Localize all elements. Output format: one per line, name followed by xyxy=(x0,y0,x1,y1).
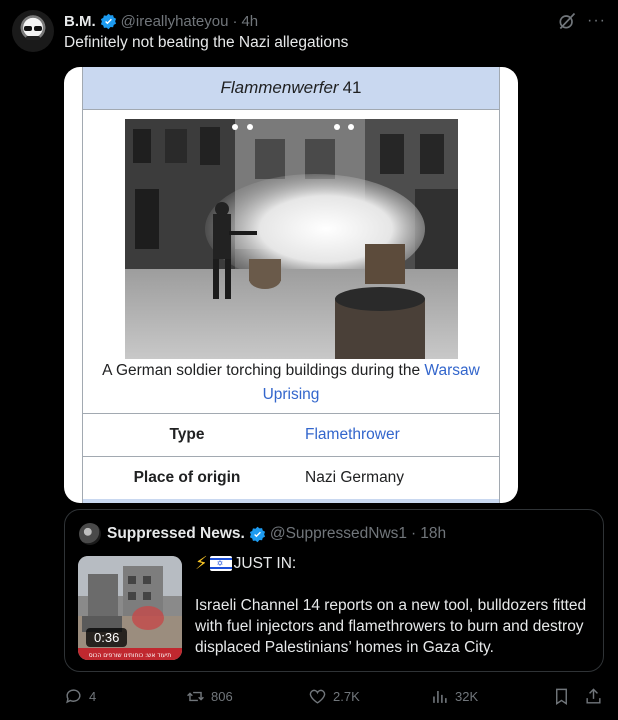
avatar-eye xyxy=(24,26,32,31)
author-avatar[interactable] xyxy=(12,10,54,52)
just-in-text: JUST IN: xyxy=(233,554,297,572)
infobox-footer xyxy=(83,499,499,503)
caption-link[interactable]: Warsaw xyxy=(424,362,479,379)
lightning-icon: ⚡ xyxy=(195,553,208,573)
infobox-key: Place of origin xyxy=(133,469,241,486)
infobox-value-link[interactable]: Flamethrower xyxy=(291,426,400,444)
views-count: 32K xyxy=(455,688,479,704)
views-icon xyxy=(433,690,447,703)
quoted-post[interactable]: Suppressed News. @SuppressedNws1 · 18h ת… xyxy=(64,509,604,672)
post-media-image[interactable]: Flammenwerfer 41 A German soldier torchi… xyxy=(64,67,518,503)
repost-button[interactable]: 806 xyxy=(186,687,233,706)
infobox-title-number: 41 xyxy=(342,78,362,97)
quoted-post-header: Suppressed News. @SuppressedNws1 · 18h xyxy=(107,525,446,543)
post-text: Definitely not beating the Nazi allegati… xyxy=(64,34,349,51)
quoted-author-name[interactable]: Suppressed News. xyxy=(107,525,245,543)
bookmark-icon xyxy=(556,688,567,705)
post-header: B.M. @ireallyhateyou · 4h ··· xyxy=(64,11,606,31)
share-button[interactable] xyxy=(584,687,603,706)
share-icon xyxy=(586,687,601,704)
author-handle[interactable]: @ireallyhateyou xyxy=(121,13,229,30)
separator-dot: · xyxy=(232,12,238,30)
grok-icon[interactable] xyxy=(557,11,577,31)
repost-count: 806 xyxy=(211,688,233,704)
post-time[interactable]: 4h xyxy=(241,13,258,30)
infobox-key: Type xyxy=(169,426,205,443)
post-action-bar: 4 806 2.7K 32K xyxy=(64,683,604,709)
views-button[interactable]: 32K xyxy=(430,687,478,706)
like-button[interactable]: 2.7K xyxy=(308,687,360,706)
infobox-value: Nazi Germany xyxy=(305,469,405,486)
infobox-caption: A German soldier torching buildings duri… xyxy=(83,359,499,407)
reply-icon xyxy=(66,688,81,703)
author-name[interactable]: B.M. xyxy=(64,13,96,30)
header-actions: ··· xyxy=(557,11,606,31)
quoted-author-handle[interactable]: @SuppressedNws1 xyxy=(270,525,407,543)
quoted-author-avatar[interactable] xyxy=(79,523,101,545)
separator-dot: · xyxy=(411,525,417,542)
just-in-line: ⚡ ✡ JUST IN: xyxy=(195,553,296,574)
flamethrower-photo xyxy=(125,119,458,359)
reply-button[interactable]: 4 xyxy=(64,687,96,706)
reply-count: 4 xyxy=(89,688,97,704)
repost-icon xyxy=(187,691,204,701)
avatar-mouth xyxy=(26,36,40,40)
caption-link[interactable]: Uprising xyxy=(263,386,320,403)
bookmark-button[interactable] xyxy=(552,687,571,706)
wiki-infobox: Flammenwerfer 41 A German soldier torchi… xyxy=(82,67,500,503)
heart-icon xyxy=(309,689,326,704)
avatar-eye xyxy=(34,26,42,31)
infobox-title: Flammenwerfer 41 xyxy=(83,67,499,110)
infobox-row-origin: Place of origin Nazi Germany xyxy=(83,456,499,499)
verified-badge-icon xyxy=(100,13,116,29)
verified-badge-icon xyxy=(249,526,265,542)
more-options-icon[interactable]: ··· xyxy=(587,13,606,29)
quoted-video-thumbnail[interactable]: תיעוד אש: כוחותינו שורפים הכוס 0:36 xyxy=(78,556,182,660)
like-count: 2.7K xyxy=(333,688,360,704)
quoted-post-time[interactable]: 18h xyxy=(420,525,446,543)
infobox-title-italic: Flammenwerfer xyxy=(220,78,339,97)
caption-text: A German soldier torching buildings duri… xyxy=(102,362,425,379)
infobox-row-type: Type Flamethrower xyxy=(83,413,499,456)
quoted-post-text: Israeli Channel 14 reports on a new tool… xyxy=(195,597,587,656)
thumb-caption: תיעוד אש: כוחותינו שורפים הכוס xyxy=(89,652,172,659)
video-duration: 0:36 xyxy=(86,628,128,647)
israel-flag-icon: ✡ xyxy=(209,556,232,571)
